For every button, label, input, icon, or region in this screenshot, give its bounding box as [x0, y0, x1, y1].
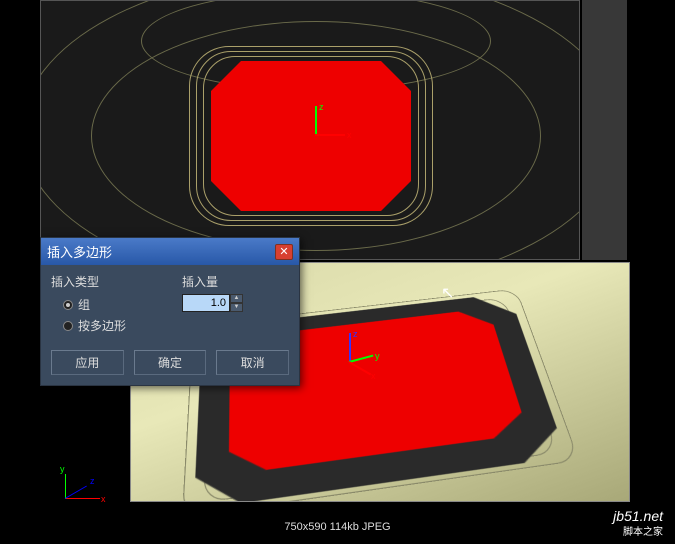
insert-type-label: 插入类型	[51, 273, 158, 290]
apply-button[interactable]: 应用	[51, 350, 124, 375]
spinner-up-button[interactable]: ▲	[230, 294, 243, 303]
axis-x-label: x	[347, 130, 352, 140]
world-axis-x-label: x	[101, 494, 106, 504]
insert-amount-group: 插入量 ▲ ▼	[182, 273, 289, 336]
dialog-body: 插入类型 组 按多边形 插入量 ▲	[41, 265, 299, 385]
insert-amount-label: 插入量	[182, 273, 289, 290]
transform-gizmo-top[interactable]: z x	[291, 106, 341, 156]
close-button[interactable]: ✕	[275, 244, 293, 260]
status-filesize: 114kb	[330, 521, 359, 533]
cursor-icon: ↖	[441, 283, 455, 303]
dialog-title: 插入多边形	[47, 242, 112, 261]
status-format: JPEG	[362, 521, 391, 533]
world-axis-x	[65, 498, 100, 499]
ok-button[interactable]: 确定	[134, 350, 207, 375]
amount-spinner: ▲ ▼	[182, 294, 289, 312]
radio-group-label: 组	[78, 296, 90, 313]
dialog-titlebar[interactable]: 插入多边形 ✕	[41, 238, 299, 265]
radio-by-polygon-label: 按多边形	[78, 317, 126, 334]
world-axis-indicator: x y z	[55, 454, 125, 504]
spinner-down-button[interactable]: ▼	[230, 303, 243, 312]
axis-x-label: x	[371, 371, 376, 381]
axis-y-label: y	[375, 351, 380, 361]
world-axis-y	[65, 474, 66, 499]
axis-y-label: z	[319, 102, 324, 112]
inset-polygon-dialog: 插入多边形 ✕ 插入类型 组 按多边形	[40, 237, 300, 386]
axis-z-line[interactable]	[349, 333, 351, 363]
status-bar: 750x590 114kb JPEG	[0, 518, 675, 536]
axis-z-label: z	[353, 329, 358, 339]
axis-x-line[interactable]	[349, 361, 372, 375]
axis-y-line[interactable]	[349, 355, 374, 363]
axis-x-line[interactable]	[315, 134, 345, 136]
radio-icon	[63, 300, 73, 310]
close-icon: ✕	[279, 246, 288, 258]
right-panel	[582, 0, 627, 260]
watermark-site: jb51.net	[613, 508, 663, 524]
cancel-button[interactable]: 取消	[216, 350, 289, 375]
status-dimensions: 750x590	[284, 521, 326, 533]
viewport-top-wireframe[interactable]: z x	[40, 0, 580, 260]
amount-input[interactable]	[182, 294, 230, 312]
world-axis-y-label: y	[60, 464, 65, 474]
world-axis-z	[65, 486, 87, 499]
radio-icon	[63, 321, 73, 331]
viewport-container: z x z y x ↖ x y z	[0, 0, 675, 544]
transform-gizmo-persp[interactable]: z y x	[341, 333, 401, 393]
world-axis-z-label: z	[90, 476, 95, 486]
axis-y-line[interactable]	[315, 106, 317, 136]
radio-by-polygon[interactable]: 按多边形	[51, 315, 158, 336]
radio-group[interactable]: 组	[51, 294, 158, 315]
right-strip	[627, 0, 675, 544]
watermark-name: 脚本之家	[623, 523, 663, 538]
left-strip	[0, 0, 40, 544]
insert-type-group: 插入类型 组 按多边形	[51, 273, 158, 336]
